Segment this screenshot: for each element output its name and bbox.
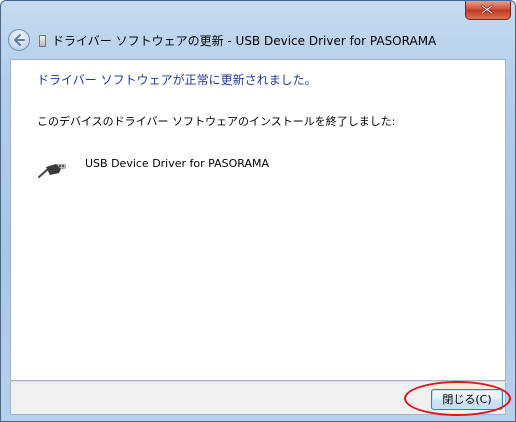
usb-device-icon (39, 35, 46, 47)
title-bar: ドライバー ソフトウェアの更新 - USB Device Driver for … (1, 23, 515, 57)
close-button[interactable]: 閉じる(C) (431, 389, 503, 410)
window-close-button[interactable] (465, 1, 511, 20)
back-arrow-icon (14, 34, 25, 46)
close-icon (481, 5, 493, 14)
window-title: ドライバー ソフトウェアの更新 - USB Device Driver for … (52, 34, 437, 48)
install-description: このデバイスのドライバー ソフトウェアのインストールを終了しました: (37, 115, 396, 128)
back-button[interactable] (8, 29, 30, 51)
device-name: USB Device Driver for PASORAMA (85, 157, 269, 170)
success-heading: ドライバー ソフトウェアが正常に更新されました。 (37, 73, 317, 87)
usb-connector-icon (37, 163, 67, 184)
dialog-window: ドライバー ソフトウェアの更新 - USB Device Driver for … (0, 0, 516, 422)
button-bar: 閉じる(C) (10, 381, 506, 415)
content-panel: ドライバー ソフトウェアが正常に更新されました。 このデバイスのドライバー ソフ… (10, 59, 506, 381)
